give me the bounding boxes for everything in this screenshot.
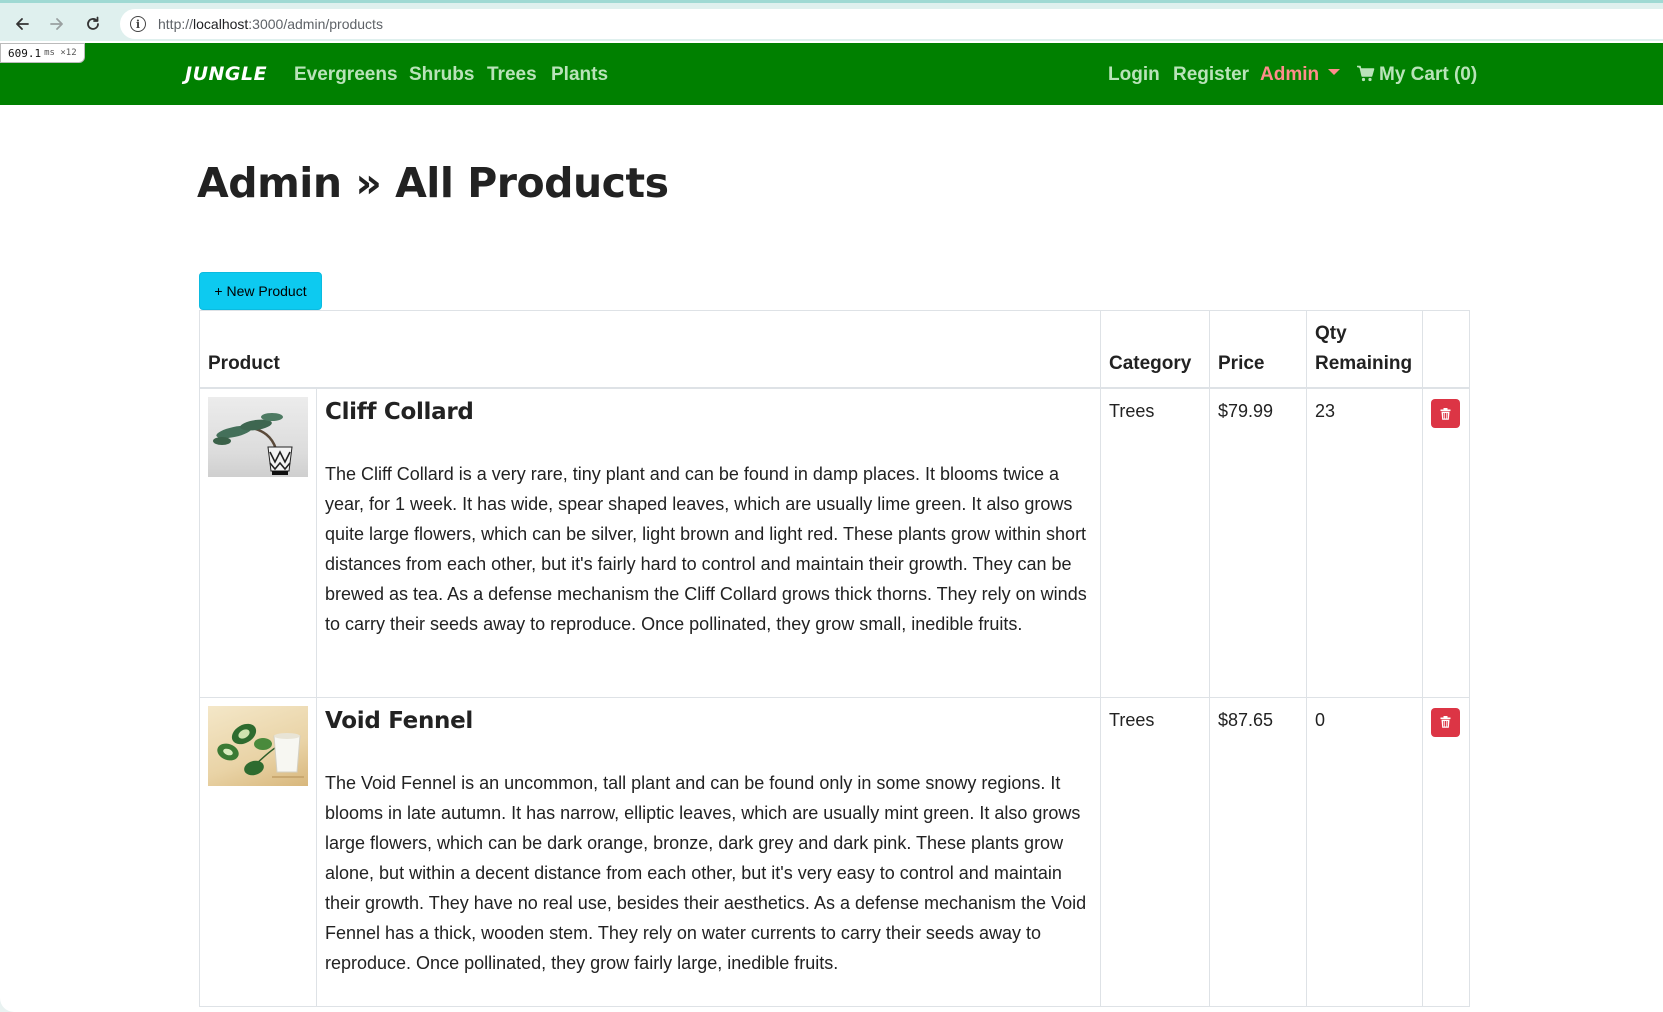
header-qty-remaining: Qty Remaining [1306,310,1423,389]
product-actions-cell [1422,387,1470,698]
product-description: The Void Fennel is an uncommon, tall pla… [325,772,1087,973]
nav-link-shrubs[interactable]: Shrubs [409,64,474,86]
arrow-left-icon [16,18,29,30]
table-row: Void Fennel The Void Fennel is an uncomm… [199,696,1470,1007]
product-info-cell: Cliff Collard The Cliff Collard is a ver… [316,387,1101,698]
product-actions-cell [1422,696,1470,1007]
address-bar[interactable]: i http://localhost:3000/admin/products [120,9,1663,39]
shopping-cart-icon [1357,65,1375,82]
reload-button[interactable] [80,11,106,37]
arrow-right-icon [50,18,63,30]
product-image-cell [199,696,317,1007]
table-row: Cliff Collard The Cliff Collard is a ver… [199,387,1470,698]
product-thumbnail[interactable] [208,705,308,786]
product-name: Void Fennel [325,707,474,734]
brand-logo[interactable]: JUNGLE [185,63,267,85]
perf-value: 609.1 [8,46,42,60]
delete-button[interactable] [1431,399,1460,428]
nav-link-login[interactable]: Login [1108,64,1160,86]
product-thumbnail[interactable] [208,397,308,477]
perf-badge: 609.1 ms ×12 [0,43,85,63]
product-category: Trees [1100,696,1210,1007]
nav-link-register[interactable]: Register [1173,64,1249,86]
info-icon[interactable]: i [130,16,146,32]
trash-icon [1440,407,1451,420]
nav-link-cart[interactable]: My Cart (0) [1356,64,1477,86]
header-actions [1422,310,1470,389]
reload-icon [87,16,99,30]
admin-dropdown[interactable]: Admin [1260,64,1341,86]
url-path: :3000/admin/products [248,16,383,32]
page-title: Admin » All Products [197,159,669,207]
product-description: The Cliff Collard is a very rare, tiny p… [325,464,1087,634]
product-image-cell [199,387,317,698]
url-host: localhost [193,16,249,32]
product-info-cell: Void Fennel The Void Fennel is an uncomm… [316,696,1101,1007]
product-price: $87.65 [1209,696,1307,1007]
url-text[interactable]: http://localhost:3000/admin/products [158,16,383,32]
app-navbar: JUNGLE Evergreens Shrubs Trees Plants Lo… [0,43,1663,105]
admin-label: Admin [1260,64,1320,85]
url-scheme: http:// [158,16,194,32]
nav-link-plants[interactable]: Plants [551,64,608,86]
product-qty: 23 [1306,387,1423,698]
product-price: $79.99 [1209,387,1307,698]
nav-link-evergreens[interactable]: Evergreens [294,64,398,86]
browser-toolbar: i http://localhost:3000/admin/products [0,0,1663,41]
product-qty: 0 [1306,696,1423,1007]
pothos-image [217,723,304,778]
bonsai-image [213,413,293,475]
perf-unit: ms ×12 [44,48,77,58]
trash-icon [1440,716,1451,728]
new-product-button[interactable]: + New Product [199,272,322,310]
header-price: Price [1209,310,1307,389]
page-viewport: JUNGLE Evergreens Shrubs Trees Plants Lo… [0,41,1663,1012]
forward-button[interactable] [44,11,70,37]
table-header-row: Product Category Price Qty Remaining [199,310,1470,389]
caret-down-icon [1328,68,1341,75]
nav-link-trees[interactable]: Trees [487,64,537,86]
product-name: Cliff Collard [325,399,474,425]
product-category: Trees [1100,387,1210,698]
header-category: Category [1100,310,1210,389]
delete-button[interactable] [1431,707,1460,737]
back-button[interactable] [9,11,35,37]
products-table: Product Category Price Qty Remaining Cli… [199,310,1470,1007]
header-product: Product [199,310,1101,389]
cart-label: My Cart (0) [1379,64,1478,85]
